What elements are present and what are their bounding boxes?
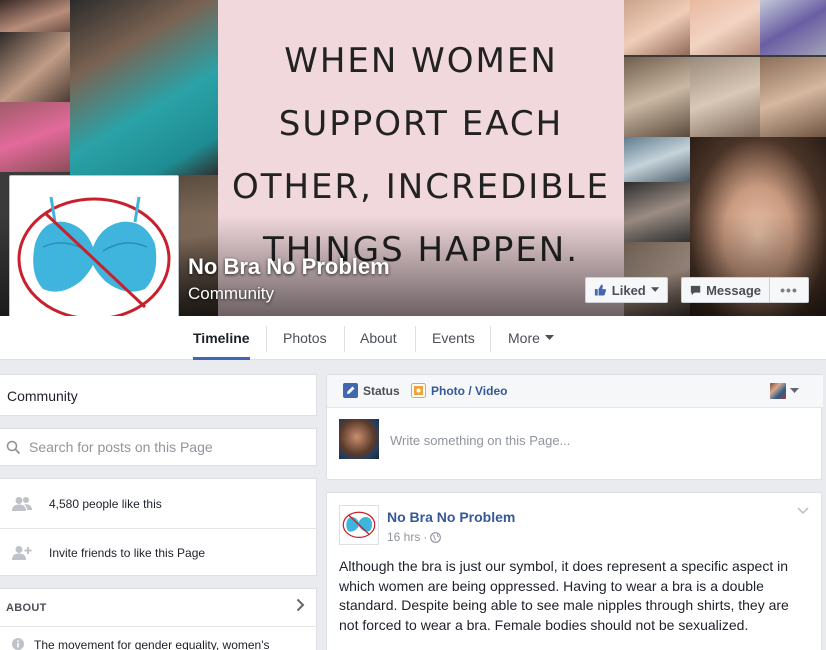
liked-button[interactable]: Liked [585,277,668,303]
likes-count-text: 4,580 people like this [49,496,162,511]
composer-input[interactable]: Write something on this Page... [390,433,570,448]
tab-divider [490,326,491,352]
tab-more[interactable]: More [508,316,554,360]
status-label: Status [363,383,400,398]
about-heading: ABOUT [6,602,47,614]
about-section: ABOUT The movement for gender equality, … [0,588,317,650]
post-author-name[interactable]: No Bra No Problem [387,509,515,525]
message-button[interactable]: Message [681,277,769,303]
chevron-right-icon [296,598,305,612]
caret-down-icon [650,287,659,292]
tab-events[interactable]: Events [432,316,475,360]
page-tab-bar: Timeline Photos About Events More [0,316,826,360]
tab-timeline[interactable]: Timeline [193,316,250,360]
message-label: Message [706,282,761,298]
more-actions-button[interactable]: ••• [769,277,809,303]
user-avatar [339,419,379,459]
cover-collage-photo [70,0,218,175]
tab-divider [266,326,267,352]
search-input[interactable]: Search for posts on this Page [29,439,213,455]
caret-down-icon [790,388,799,393]
add-friend-icon [12,546,32,560]
message-icon [690,285,701,295]
caret-down-icon [544,335,554,340]
tab-more-label: More [508,330,540,346]
globe-icon[interactable] [430,531,442,543]
pencil-icon [343,383,358,398]
cover-collage-photo [760,57,826,137]
page-stats-box: 4,580 people like this Invite friends to… [0,478,317,576]
cover-collage-photo [0,0,70,32]
cover-collage-photo [690,0,760,55]
photo-video-label: Photo / Video [431,383,508,398]
invite-friends-row[interactable]: Invite friends to like this Page [0,528,317,577]
cover-collage-photo [690,57,760,137]
chevron-down-icon[interactable] [797,507,809,515]
about-text: The movement for gender equality, women'… [34,638,270,650]
no-bra-logo [342,511,376,539]
people-icon [12,496,32,511]
page-post-search[interactable]: Search for posts on this Page [0,428,317,466]
composer-status-tab[interactable]: Status [343,383,400,398]
about-description: The movement for gender equality, women'… [12,638,270,650]
photo-icon [411,383,426,398]
composer-photo-tab[interactable]: Photo / Video [411,383,507,398]
tab-divider [344,326,345,352]
meta-separator: · [423,530,428,544]
post-author-avatar[interactable] [339,505,379,545]
tab-divider [415,326,416,352]
liked-label: Liked [611,282,646,298]
composer-tab-bar: Status Photo / Video [327,375,823,408]
post-as-selector[interactable] [770,383,799,399]
page-category-box[interactable]: Community [0,374,317,416]
cover-collage-photo [0,32,70,102]
post-composer: Status Photo / Video Write something on … [326,374,823,480]
cover-collage-photo [760,0,826,55]
page-title[interactable]: No Bra No Problem [188,254,390,280]
post-body: Although the bra is just our symbol, it … [339,558,789,634]
search-icon [6,440,21,454]
post-timestamp[interactable]: 16 hrs [387,530,420,544]
tab-photos[interactable]: Photos [283,316,327,360]
actor-avatar [770,383,786,399]
thumbs-up-icon [594,284,607,296]
post-meta: 16 hrs · [387,530,442,544]
page-category[interactable]: Community [188,284,274,304]
likes-count-row[interactable]: 4,580 people like this [0,479,317,528]
invite-friends-text: Invite friends to like this Page [49,546,206,560]
about-header[interactable]: ABOUT [0,589,317,627]
cover-collage-photo [0,102,70,172]
info-icon [12,638,24,650]
cover-collage-photo [624,57,690,137]
cover-collage-photo [624,0,690,55]
tab-about[interactable]: About [360,316,397,360]
feed-post: No Bra No Problem 16 hrs · Although the … [326,492,822,650]
cover-collage-photo [624,137,690,182]
